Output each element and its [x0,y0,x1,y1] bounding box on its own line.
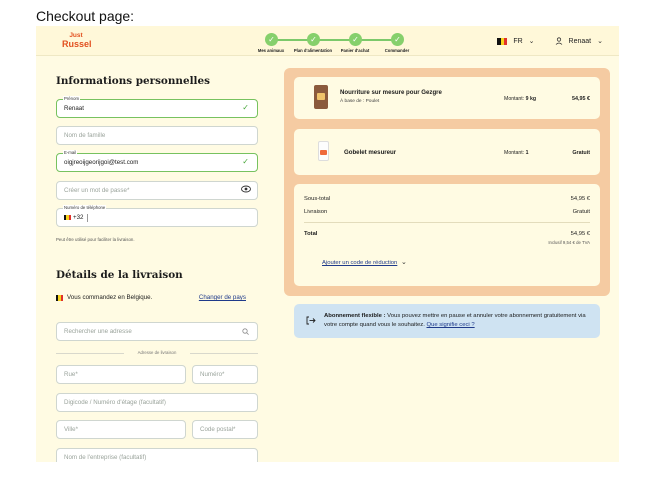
step-check-icon: ✓ [265,33,278,46]
house-number-placeholder: Numéro* [200,371,225,378]
cart-item-amount: Montant: 9 kg [504,96,536,102]
check-icon: ✓ [242,157,249,166]
step-check-icon: ✓ [307,33,320,46]
postal-code-field[interactable]: Code postal* [192,420,258,439]
email-field[interactable]: E-mail oigjreoijgeorijgoi@test.com ✓ [56,150,258,172]
company-placeholder: Nom de l'entreprise (facultatif) [64,454,147,461]
step-check-icon: ✓ [391,33,404,46]
amount-value: 9 kg [525,96,537,102]
vat-note: Inclusif 9,54 € de TVA [548,240,590,245]
language-selector[interactable]: FR [513,38,522,45]
address-search-placeholder: Rechercher une adresse [64,328,132,335]
stepper-line [271,39,396,41]
country-text: Vous commandez en Belgique. [67,294,153,301]
address-search-input[interactable]: Rechercher une adresse [56,322,258,341]
country-row: Vous commandez en Belgique. Changer de p… [56,294,258,301]
check-icon: ✓ [242,103,249,112]
totals-card: Sous-total 54,95 € Livraison Gratuit Total… [294,184,600,286]
chevron-down-icon[interactable]: ⌄ [401,259,407,266]
delivery-address-divider: Adresse de livraison [56,350,258,358]
email-label: E-mail [63,150,78,155]
belgium-flag-icon[interactable] [64,215,71,220]
delivery-row: Livraison Gratuit [304,209,590,215]
cart-item-amount: Montant: 1 [504,150,529,156]
discount-toggle[interactable]: Ajouter un code de réduction ⌄ [322,258,407,266]
header-right: FR ⌄ Renaat ⌄ [497,35,603,47]
amount-value: 1 [525,150,529,156]
belgium-flag-icon [497,37,508,45]
total-value: 54,95 € [570,231,590,237]
personal-info-title: Informations personnelles [56,75,210,87]
step-label[interactable]: Panier d'achat [341,48,369,53]
cart-item-name: Gobelet mesureur [344,149,397,156]
cart-item-price: 54,95 € [572,96,590,102]
first-name-label: Prénom [63,96,81,101]
subtotal-value: 54,95 € [570,196,590,202]
street-placeholder: Rue* [64,371,78,378]
flexible-subscription-info: Abonnement flexible : Vous pouvez mettre… [294,304,600,338]
search-icon[interactable] [242,328,249,335]
total-row: Total 54,95 € [304,231,590,237]
last-name-placeholder: Nom de famille [64,132,106,139]
delivery-value: Gratuit [572,209,590,215]
step-label[interactable]: Mes animaux [258,48,284,53]
step-label[interactable]: Plan d'alimentation [294,48,332,53]
first-name-field[interactable]: Prénom Renaat ✓ [56,96,258,118]
exit-arrow-icon [306,316,316,325]
last-name-field[interactable]: Nom de famille [56,126,258,145]
info-bold: Abonnement flexible : [324,313,386,319]
first-name-value: Renaat [64,105,84,112]
city-placeholder: Ville* [64,426,78,433]
cart-item-name: Nourriture sur mesure pour Gezgre [340,89,442,96]
amount-label: Montant: [504,150,525,156]
brand-logo[interactable]: Just Russel [62,31,92,49]
digicode-placeholder: Digicode / Numéro d'étage (facultatif) [64,399,166,406]
totals-divider [304,222,590,223]
checkout-stepper: ✓ ✓ ✓ ✓ Mes animaux Plan d'alimentation … [241,30,426,54]
delivery-title: Détails de la livraison [56,269,183,281]
amount-label: Montant: [504,96,525,102]
phone-label: Numéro de téléphone [63,205,107,210]
step-label: Commander [384,48,410,53]
checkout-page: Just Russel ✓ ✓ ✓ ✓ Mes animaux Plan d'a… [36,26,619,462]
cart-item-sub: À base de : Poulet [340,99,380,104]
password-field[interactable]: Créer un mot de passe* [56,181,258,200]
total-label: Total [304,231,318,237]
phone-field[interactable]: Numéro de téléphone +32 [56,205,258,227]
header: Just Russel ✓ ✓ ✓ ✓ Mes animaux Plan d'a… [36,26,619,56]
food-bag-icon [314,85,328,109]
user-menu[interactable]: Renaat [569,38,592,45]
step-check-icon: ✓ [349,33,362,46]
cart-item-price: Gratuit [572,150,590,156]
discount-link[interactable]: Ajouter un code de réduction [322,260,397,266]
eye-icon[interactable] [241,185,251,193]
chevron-down-icon[interactable]: ⌄ [597,37,603,45]
password-placeholder: Créer un mot de passe* [64,187,130,194]
belgium-flag-icon [56,294,63,301]
page-caption: Checkout page: [36,8,135,24]
chevron-down-icon[interactable]: ⌄ [529,37,535,45]
change-country-link[interactable]: Changer de pays [199,294,246,301]
postal-code-placeholder: Code postal* [200,426,236,433]
phone-cursor [86,213,88,222]
phone-prefix[interactable]: +32 [73,214,84,221]
cart-item-food: Nourriture sur mesure pour Gezgre À base… [294,77,600,119]
company-field[interactable]: Nom de l'entreprise (facultatif) [56,448,258,462]
email-value: oigjreoijgeorijgoi@test.com [64,159,139,166]
brand-logo-line2: Russel [62,39,92,49]
subtotal-label: Sous-total [304,196,331,202]
info-text: Abonnement flexible : Vous pouvez mettre… [324,312,590,330]
house-number-field[interactable]: Numéro* [192,365,258,384]
delivery-label: Livraison [304,209,328,215]
info-link[interactable]: Que signifie ceci ? [427,322,475,328]
subtotal-row: Sous-total 54,95 € [304,196,590,202]
phone-note: Peut être utilisé pour faciliter la livr… [56,237,135,242]
digicode-field[interactable]: Digicode / Numéro d'étage (facultatif) [56,393,258,412]
measuring-cup-icon [318,141,329,161]
street-field[interactable]: Rue* [56,365,186,384]
user-icon[interactable] [555,37,563,45]
city-field[interactable]: Ville* [56,420,186,439]
cart-item-cup: Gobelet mesureur Montant: 1 Gratuit [294,129,600,175]
